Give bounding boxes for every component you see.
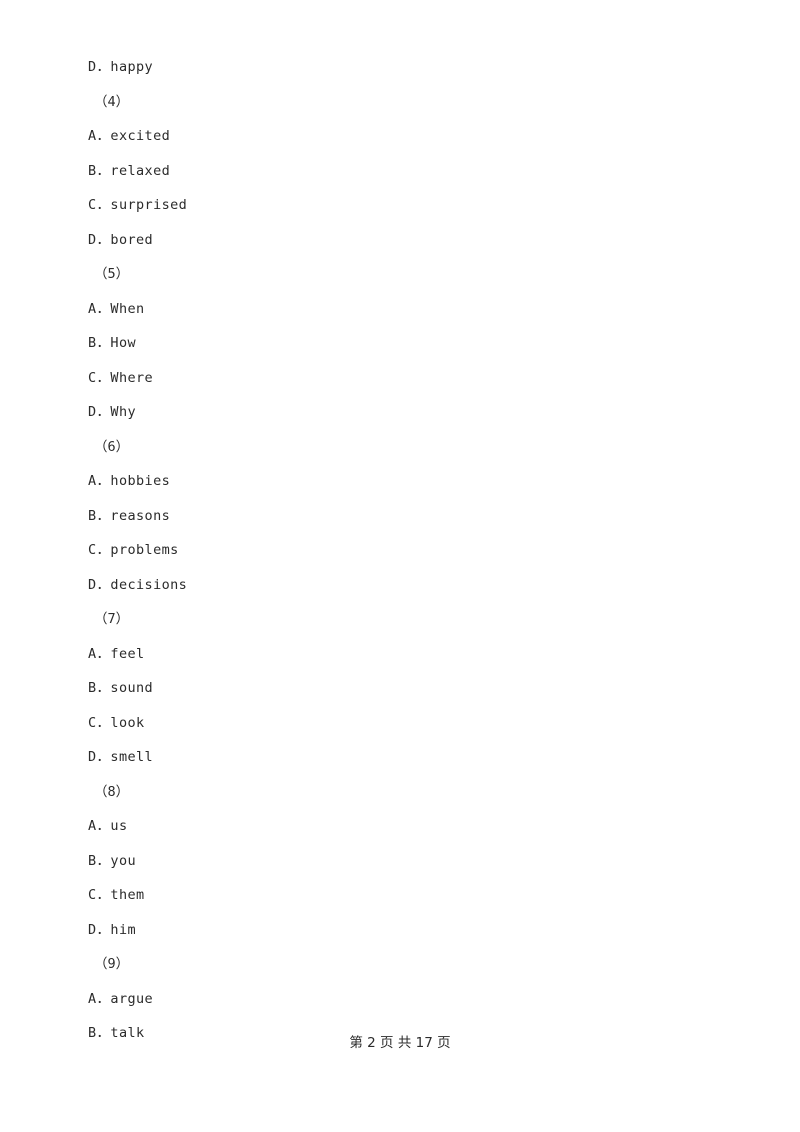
blank-number: （8） — [94, 783, 130, 800]
answer-option: A．argue — [88, 990, 154, 1007]
answer-option: B．relaxed — [88, 162, 171, 179]
answer-option: D．bored — [88, 231, 154, 248]
answer-option: D．him — [88, 921, 137, 938]
answer-option: B．reasons — [88, 507, 171, 524]
answer-option: B．sound — [88, 680, 154, 696]
answer-option: D．happy — [88, 59, 154, 75]
answer-option: A．us — [88, 818, 128, 834]
blank-number: （5） — [94, 266, 130, 282]
answer-option: D．Why — [88, 404, 137, 420]
answer-option: C．look — [88, 714, 145, 731]
answer-option: C．them — [88, 887, 145, 903]
page-footer: 第 2 页 共 17 页 — [349, 1035, 451, 1051]
document-page: D．happy （4） A．excited B．relaxed C．surprised D… — [0, 0, 800, 1132]
answer-option: A．feel — [88, 645, 145, 662]
answer-option: D．decisions — [88, 576, 188, 593]
answer-option: A．When — [88, 300, 145, 317]
answer-option: A．excited — [88, 128, 171, 144]
question-options-list: D．happy （4） A．excited B．relaxed C．surprised D… — [88, 50, 708, 1051]
blank-number: （7） — [94, 611, 130, 627]
answer-option: C．problems — [88, 542, 179, 558]
answer-option: B．you — [88, 852, 137, 869]
blank-number: （4） — [94, 93, 130, 110]
answer-option: B．How — [88, 335, 137, 351]
answer-option: C．surprised — [88, 197, 188, 213]
blank-number: （6） — [94, 438, 130, 455]
answer-option: D．smell — [88, 749, 154, 765]
answer-option: A．hobbies — [88, 473, 171, 489]
blank-number: （9） — [94, 956, 130, 972]
answer-option: C．Where — [88, 369, 154, 386]
